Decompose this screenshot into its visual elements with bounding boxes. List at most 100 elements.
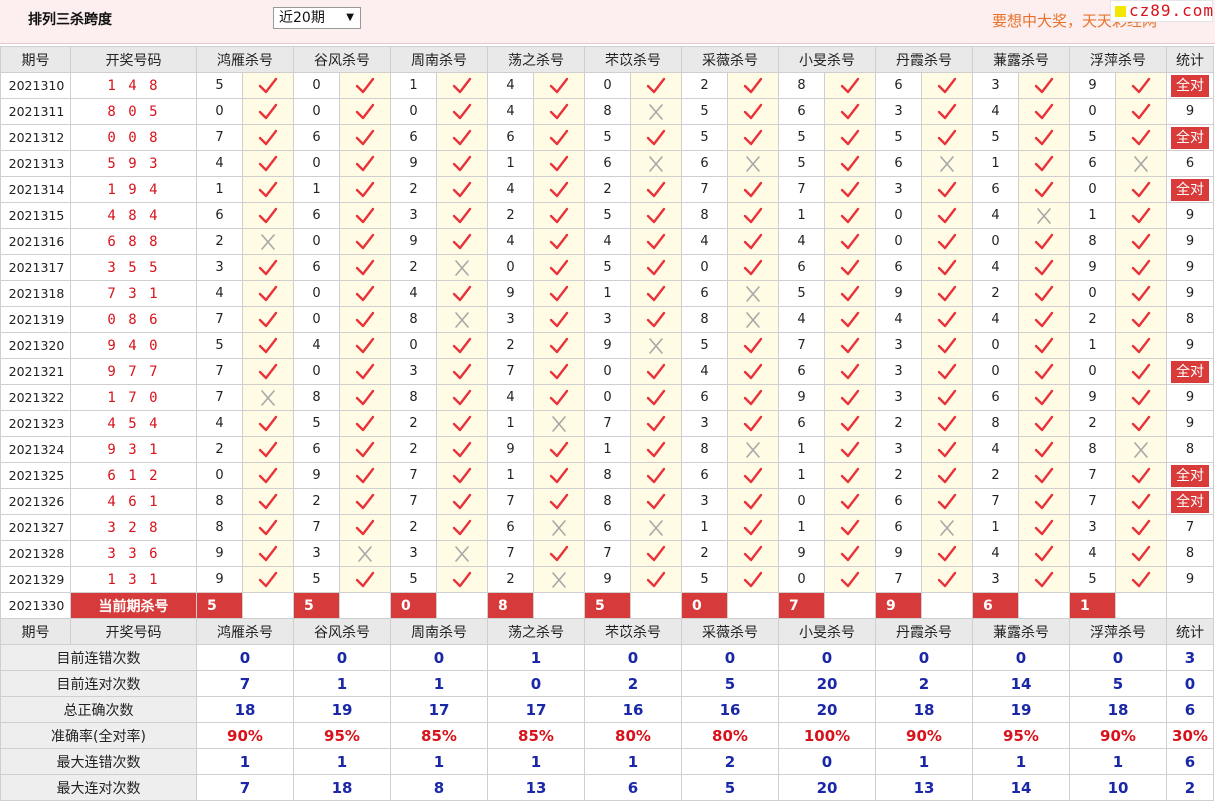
kill-number-cell: 0	[390, 332, 437, 359]
empty-cell	[242, 592, 294, 619]
site-logo[interactable]: cz89.com	[1110, 0, 1213, 22]
row-stat-cell: 全对	[1166, 462, 1214, 489]
kill-number-cell: 6	[875, 514, 922, 541]
kill-number-cell: 4	[487, 72, 534, 99]
kill-number-cell: 5	[972, 124, 1019, 151]
kill-number-cell: 5	[681, 98, 728, 125]
check-icon	[1115, 384, 1167, 411]
stat-value: 0	[681, 644, 779, 671]
col-header-expert: 浮萍杀号	[1069, 46, 1167, 73]
period-cell: 2021317	[0, 254, 71, 281]
kill-number-cell: 6	[681, 384, 728, 411]
cross-icon	[727, 150, 779, 177]
check-icon	[339, 150, 391, 177]
check-icon	[533, 358, 585, 385]
check-icon	[1115, 410, 1167, 437]
check-icon	[727, 410, 779, 437]
kill-number-cell: 2	[390, 514, 437, 541]
kill-number-cell: 0	[196, 98, 243, 125]
kill-number-cell: 4	[778, 228, 825, 255]
kill-number-cell: 0	[875, 228, 922, 255]
check-icon	[339, 228, 391, 255]
draw-number-cell: 3 3 6	[70, 540, 197, 567]
check-icon	[1018, 358, 1070, 385]
kill-number-cell: 0	[1069, 358, 1116, 385]
check-icon	[339, 202, 391, 229]
draw-number-cell: 4 5 4	[70, 410, 197, 437]
stat-value: 90%	[875, 722, 973, 749]
cross-icon	[630, 514, 682, 541]
kill-number-cell: 8	[584, 488, 631, 515]
kill-number-cell: 1	[1069, 332, 1116, 359]
check-icon	[824, 228, 876, 255]
kill-number-cell: 8	[584, 462, 631, 489]
stat-value: 10	[1069, 774, 1167, 801]
kill-number-cell: 3	[875, 436, 922, 463]
kill-number-cell: 4	[196, 280, 243, 307]
kill-number-cell: 0	[1069, 176, 1116, 203]
col-header-expert: 周南杀号	[390, 618, 488, 645]
check-icon	[824, 410, 876, 437]
period-cell: 2021319	[0, 306, 71, 333]
kill-number-cell: 5	[196, 332, 243, 359]
check-icon	[242, 488, 294, 515]
kill-number-cell: 7	[875, 566, 922, 593]
check-icon	[630, 280, 682, 307]
table-row: 2021313 5 9 34 0 9 1 6 6 5 6 1 6 6	[0, 150, 1214, 177]
kill-number-cell: 6	[487, 124, 534, 151]
kill-number-cell: 6	[875, 254, 922, 281]
cross-icon	[242, 384, 294, 411]
check-icon	[339, 332, 391, 359]
row-stat-cell: 9	[1166, 410, 1214, 437]
row-stat-cell: 全对	[1166, 358, 1214, 385]
check-icon	[824, 332, 876, 359]
stat-value: 18	[875, 696, 973, 723]
check-icon	[533, 98, 585, 125]
check-icon	[630, 306, 682, 333]
period-cell: 2021316	[0, 228, 71, 255]
col-header-expert: 丹霞杀号	[875, 46, 973, 73]
kill-number-cell: 0	[487, 254, 534, 281]
check-icon	[630, 176, 682, 203]
check-icon	[824, 384, 876, 411]
table-row: 2021318 7 3 140491659209	[0, 280, 1214, 307]
draw-number-cell: 7 3 1	[70, 280, 197, 307]
period-cell: 2021329	[0, 566, 71, 593]
kill-number-cell: 0	[778, 566, 825, 593]
check-icon	[824, 124, 876, 151]
kill-number-cell: 6	[390, 124, 437, 151]
kill-number-cell: 3	[390, 358, 437, 385]
kill-number-cell: 0	[196, 462, 243, 489]
cross-icon	[630, 150, 682, 177]
kill-number-cell: 2	[681, 72, 728, 99]
table-row: 2021326 4 6 1 8 2 7 7 8 3 0 6 7 7 全对	[0, 488, 1214, 515]
table-header: 期号 开奖号码 鸿雁杀号 谷风杀号 周南杀号 荡之杀号 芣苡杀号 采薇杀号 小旻杀号 丹霞杀号 蒹露…	[0, 46, 1214, 73]
stat-value: 1	[875, 748, 973, 775]
check-icon	[921, 540, 973, 567]
kill-number-cell: 1	[778, 462, 825, 489]
kill-number-cell: 4	[487, 228, 534, 255]
kill-number-cell: 8	[196, 488, 243, 515]
check-icon	[1018, 384, 1070, 411]
check-icon	[339, 358, 391, 385]
check-icon	[242, 72, 294, 99]
stat-value: 90%	[1069, 722, 1167, 749]
draw-number-cell: 6 1 2	[70, 462, 197, 489]
kill-number-cell: 7	[487, 358, 534, 385]
stat-value: 7	[196, 774, 294, 801]
check-icon	[727, 462, 779, 489]
kill-number-cell: 2	[875, 410, 922, 437]
check-icon	[921, 254, 973, 281]
check-icon	[436, 332, 488, 359]
kill-number-cell: 4	[778, 306, 825, 333]
stat-value: 14	[972, 670, 1070, 697]
kill-number-cell: 6	[875, 488, 922, 515]
stat-label: 最大连错次数	[0, 748, 197, 775]
kill-number-cell: 8	[681, 306, 728, 333]
period-range-select[interactable]: 近20期 ▼	[273, 7, 361, 29]
check-icon	[630, 228, 682, 255]
draw-number-cell: 1 9 4	[70, 176, 197, 203]
stats-row: 最大连错次数 1 1 1 1 1 2 0 1 1 1 6	[0, 748, 1214, 775]
col-header-stat: 统计	[1166, 46, 1214, 73]
kill-number-cell: 9	[196, 566, 243, 593]
